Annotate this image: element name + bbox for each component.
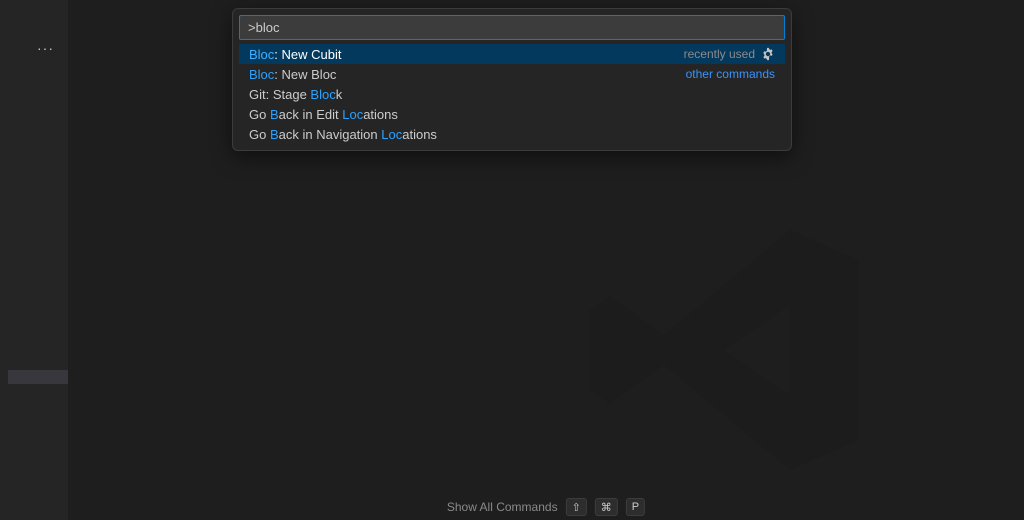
vscode-watermark-icon: [574, 200, 874, 500]
gear-icon[interactable]: [761, 47, 775, 61]
command-label: Bloc: New Cubit: [249, 47, 684, 62]
sidebar-more-icon[interactable]: ···: [37, 40, 54, 56]
command-label: Git: Stage Block: [249, 87, 775, 102]
command-palette: Bloc: New Cubitrecently usedBloc: New Bl…: [232, 8, 792, 151]
command-palette-input[interactable]: [239, 15, 785, 40]
command-palette-list: Bloc: New Cubitrecently usedBloc: New Bl…: [239, 44, 785, 144]
key-shift: ⇧: [566, 498, 587, 516]
hint-label: Show All Commands: [447, 500, 558, 514]
command-palette-item[interactable]: Bloc: New Cubitrecently used: [239, 44, 785, 64]
key-p: P: [626, 498, 645, 516]
command-label: Bloc: New Bloc: [249, 67, 686, 82]
show-all-commands-hint: Show All Commands ⇧ ⌘ P: [447, 498, 645, 516]
command-palette-item[interactable]: Go Back in Navigation Locations: [239, 124, 785, 144]
command-palette-item[interactable]: Bloc: New Blocother commands: [239, 64, 785, 84]
command-side-label[interactable]: other commands: [686, 67, 775, 81]
command-palette-item[interactable]: Git: Stage Block: [239, 84, 785, 104]
sidebar-active-marker: [8, 370, 68, 384]
sidebar: ···: [8, 0, 68, 520]
command-label: Go Back in Edit Locations: [249, 107, 775, 122]
key-cmd: ⌘: [595, 498, 618, 516]
command-palette-item[interactable]: Go Back in Edit Locations: [239, 104, 785, 124]
command-side-label: recently used: [684, 47, 775, 61]
command-label: Go Back in Navigation Locations: [249, 127, 775, 142]
activity-bar: [0, 0, 8, 520]
